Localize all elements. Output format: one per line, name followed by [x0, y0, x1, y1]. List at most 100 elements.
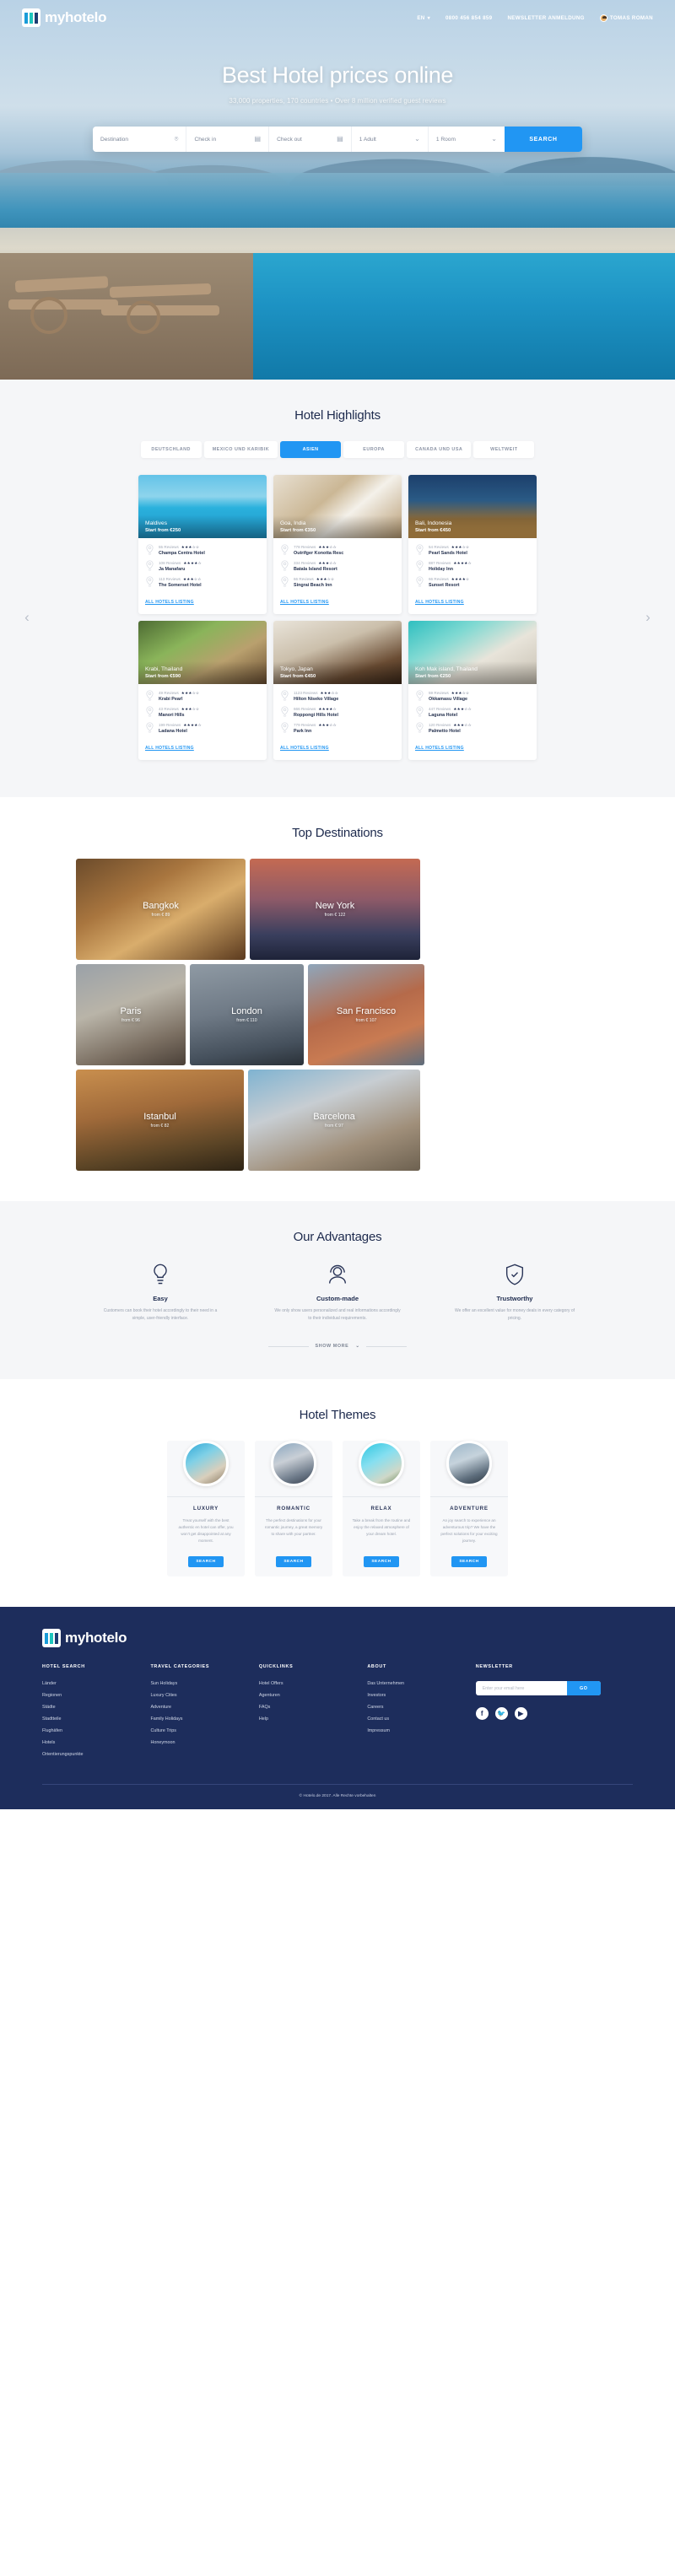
- hotel-list-item[interactable]: 666 Reviews ★★★★☆ Roppongi Hills Hotel: [280, 706, 395, 718]
- destination-card[interactable]: Barcelona from € 97: [248, 1070, 420, 1171]
- checkout-input[interactable]: Check out: [277, 137, 302, 143]
- phone-number[interactable]: 0800 456 854 859: [446, 15, 493, 21]
- destination-card[interactable]: Paris from € 96: [76, 964, 186, 1065]
- hotel-highlight-card[interactable]: Krabi, Thailand Start from €590 49 Revie…: [138, 621, 267, 760]
- theme-search-button[interactable]: SEARCH: [364, 1556, 399, 1567]
- footer-link[interactable]: Länder: [42, 1681, 150, 1686]
- hotel-highlight-card[interactable]: Maldives Start from €250 55 Reviews ★★★☆☆…: [138, 475, 267, 614]
- footer-link[interactable]: Culture Trips: [150, 1728, 258, 1733]
- hotel-highlight-card[interactable]: Bali, Indonesia Start from €450 54 Revie…: [408, 475, 537, 614]
- hotel-list-item[interactable]: 887 Reviews ★★★★☆ Holiday Inn: [415, 560, 530, 572]
- destination-input[interactable]: Destination: [100, 137, 128, 143]
- all-hotels-listing-link[interactable]: ALL HOTELS LISTING: [415, 746, 464, 751]
- guests-select[interactable]: 1 Adult ⌄: [352, 127, 429, 152]
- newsletter-link[interactable]: NEWSLETTER ANMELDUNG: [507, 15, 584, 21]
- footer-link[interactable]: Careers: [367, 1705, 475, 1710]
- footer-link[interactable]: Family Holidays: [150, 1716, 258, 1722]
- footer-link[interactable]: Contact us: [367, 1716, 475, 1722]
- all-hotels-listing-link[interactable]: ALL HOTELS LISTING: [145, 600, 194, 605]
- show-more-row[interactable]: SHOW MORE ⌄: [0, 1344, 675, 1349]
- hotel-list-item[interactable]: 334 Reviews ★★★☆☆ Batala Island Resort: [280, 560, 395, 572]
- destination-card[interactable]: London from € 110: [190, 964, 304, 1065]
- theme-search-button[interactable]: SEARCH: [451, 1556, 487, 1567]
- language-selector[interactable]: EN ▾: [417, 15, 430, 21]
- hotel-list-item[interactable]: 66 Reviews ★★★★☆ Sunset Resort: [415, 576, 530, 588]
- hotel-list-item[interactable]: 120 Reviews ★★★☆☆ Palmetto Hotel: [415, 722, 530, 734]
- checkin-input[interactable]: Check in: [194, 137, 216, 143]
- region-tab[interactable]: WELTWEIT: [473, 441, 535, 458]
- site-logo[interactable]: myhotelo: [22, 8, 106, 27]
- footer-logo[interactable]: myhotelo: [42, 1629, 633, 1647]
- region-tab[interactable]: CANADA UND USA: [407, 441, 472, 458]
- footer-link[interactable]: Hotel Offers: [259, 1681, 367, 1686]
- checkout-field[interactable]: Check out ▤: [269, 127, 352, 152]
- hotel-list-item[interactable]: 778 Reviews ★★★☆☆ Outrifger Konotta Resc: [280, 544, 395, 556]
- footer-link[interactable]: Sun Holidays: [150, 1681, 258, 1686]
- hotel-highlight-card[interactable]: Koh Mak island, Thailand Start from €250…: [408, 621, 537, 760]
- theme-search-button[interactable]: SEARCH: [276, 1556, 311, 1567]
- hotel-list-item[interactable]: 199 Reviews ★★★★☆ Ladana Hotel: [145, 722, 260, 734]
- hotel-list-item[interactable]: 55 Reviews ★★★☆☆ Champa Centra Hotel: [145, 544, 260, 556]
- hotel-list-item[interactable]: 113 Reviews ★★★☆☆ The Somerset Hotel: [145, 576, 260, 588]
- hotel-rating-stars: ★★★☆☆: [318, 544, 337, 549]
- twitter-icon[interactable]: 🐦: [494, 1707, 508, 1720]
- hotel-highlight-card[interactable]: Goa, India Start from €350 778 Reviews ★★…: [273, 475, 402, 614]
- footer-link[interactable]: Investors: [367, 1693, 475, 1698]
- carousel-prev-icon[interactable]: ‹: [19, 609, 35, 626]
- region-tab[interactable]: MEXICO UND KARIBIK: [203, 441, 278, 458]
- destination-field[interactable]: Destination ⌾: [93, 127, 187, 152]
- region-tab[interactable]: DEUTSCHLAND: [140, 441, 202, 458]
- newsletter-go-button[interactable]: GO: [566, 1681, 601, 1695]
- all-hotels-listing-link[interactable]: ALL HOTELS LISTING: [280, 600, 329, 605]
- hotel-highlight-card[interactable]: Tokyo, Japan Start from €450 1123 Review…: [273, 621, 402, 760]
- hotel-list-item[interactable]: 54 Reviews ★★★☆☆ Pearl Sands Hotel: [415, 544, 530, 556]
- footer-link[interactable]: Honeymoon: [150, 1740, 258, 1745]
- region-tab[interactable]: ASIEN: [280, 441, 342, 458]
- hotel-list-item[interactable]: 108 Reviews ★★★★☆ Ja Manafaru: [145, 560, 260, 572]
- theme-name: ADVENTURE: [450, 1506, 489, 1512]
- footer-link[interactable]: Agenturen: [259, 1693, 367, 1698]
- theme-card[interactable]: RELAX Take a break from the routine and …: [343, 1441, 420, 1576]
- newsletter-email-input[interactable]: Enter your email here: [476, 1681, 567, 1695]
- hotel-list-item[interactable]: 59 Reviews ★★★☆☆ Okkamasu Village: [415, 690, 530, 702]
- footer-link[interactable]: Das Unternehmen: [367, 1681, 475, 1686]
- all-hotels-listing-link[interactable]: ALL HOTELS LISTING: [280, 746, 329, 751]
- destination-card[interactable]: San Francisco from € 107: [308, 964, 424, 1065]
- footer-link[interactable]: Adventure: [150, 1705, 258, 1710]
- hotel-list-item[interactable]: 43 Reviews ★★★☆☆ Manori Hills: [145, 706, 260, 718]
- footer-link[interactable]: Flughäfen: [42, 1728, 150, 1733]
- region-tab[interactable]: EUROPA: [343, 441, 405, 458]
- hotel-reviews: 887 Reviews: [429, 561, 451, 565]
- destination-card[interactable]: New York from € 122: [250, 859, 420, 960]
- footer-link[interactable]: Orientierungspunkte: [42, 1752, 150, 1757]
- theme-card[interactable]: LUXURY Treat yourself with the best auth…: [167, 1441, 245, 1576]
- hotel-list-item[interactable]: 66 Reviews ★★★☆☆ Singrai Beach Inn: [280, 576, 395, 588]
- facebook-icon[interactable]: f: [475, 1707, 489, 1720]
- footer-link[interactable]: FAQs: [259, 1705, 367, 1710]
- hotel-name: Palmetto Hotel: [429, 728, 461, 734]
- all-hotels-listing-link[interactable]: ALL HOTELS LISTING: [145, 746, 194, 751]
- theme-search-button[interactable]: SEARCH: [188, 1556, 224, 1567]
- footer-link[interactable]: Regionen: [42, 1693, 150, 1698]
- theme-card[interactable]: ROMANTIC The perfect destinations for yo…: [255, 1441, 332, 1576]
- footer-link[interactable]: Städte: [42, 1705, 150, 1710]
- footer-link[interactable]: Hotels: [42, 1740, 150, 1745]
- destination-card[interactable]: Bangkok from € 89: [76, 859, 246, 960]
- checkin-field[interactable]: Check in ▤: [186, 127, 270, 152]
- destination-card[interactable]: Istanbul from € 82: [76, 1070, 244, 1171]
- footer-link[interactable]: Help: [259, 1716, 367, 1722]
- youtube-icon[interactable]: ▶: [514, 1707, 527, 1720]
- carousel-next-icon[interactable]: ›: [640, 609, 656, 626]
- rooms-select[interactable]: 1 Room ⌄: [429, 127, 505, 152]
- all-hotels-listing-link[interactable]: ALL HOTELS LISTING: [415, 600, 464, 605]
- footer-link[interactable]: Luxury Cities: [150, 1693, 258, 1698]
- hotel-list-item[interactable]: 1123 Reviews ★★★☆☆ Hilton Niseko Village: [280, 690, 395, 702]
- theme-card[interactable]: ADVENTURE An joy search to experience an…: [430, 1441, 508, 1576]
- search-button[interactable]: SEARCH: [504, 127, 582, 152]
- hotel-list-item[interactable]: 49 Reviews ★★★☆☆ Krabi Pearl: [145, 690, 260, 702]
- hotel-list-item[interactable]: 779 Reviews ★★★☆☆ Park Inn: [280, 722, 395, 734]
- hotel-list-item[interactable]: 447 Reviews ★★★☆☆ Laguna Hotel: [415, 706, 530, 718]
- footer-link[interactable]: Stadtteile: [42, 1716, 150, 1722]
- footer-link[interactable]: Impressum: [367, 1728, 475, 1733]
- user-account-link[interactable]: TOMAS ROMAN: [599, 13, 653, 22]
